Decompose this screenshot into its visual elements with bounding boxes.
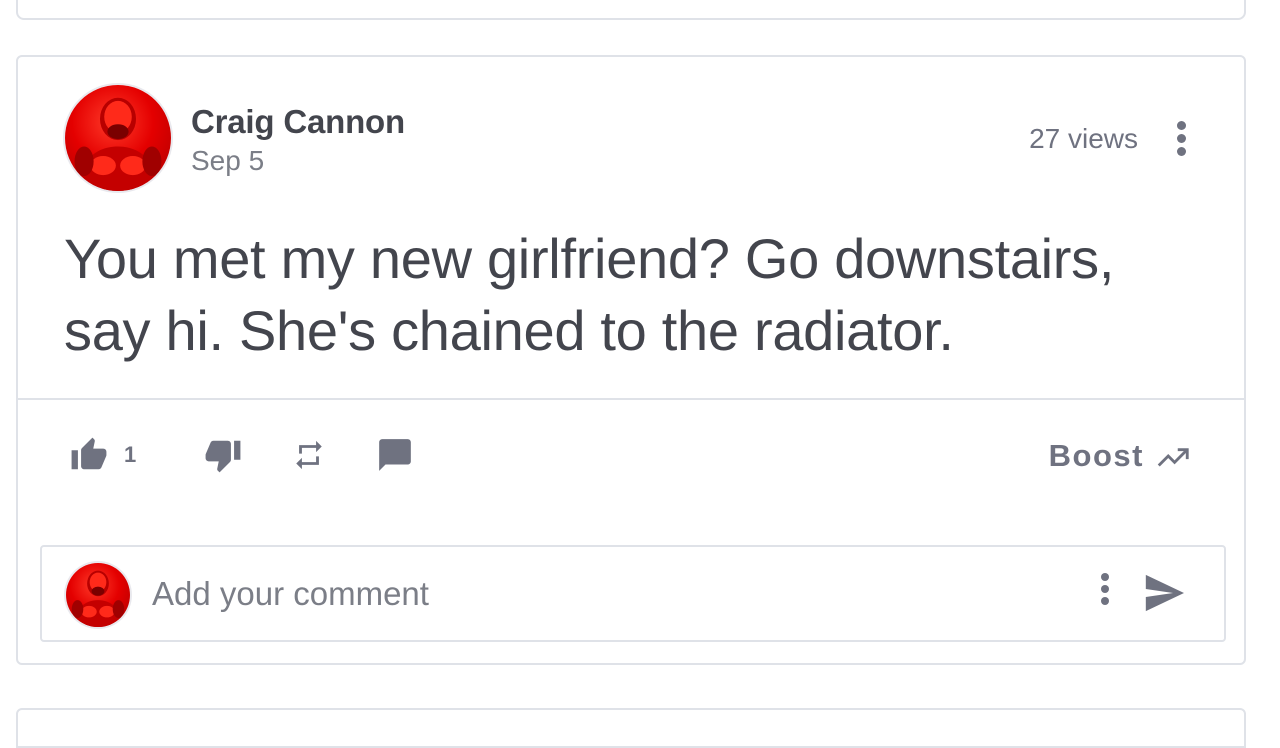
avatar-image <box>74 97 162 191</box>
comment-button[interactable] <box>376 435 414 475</box>
view-count: 27 views <box>1029 123 1138 154</box>
author-name[interactable]: Craig Cannon <box>191 103 405 141</box>
remind-button[interactable] <box>292 435 326 475</box>
post-date[interactable]: Sep 5 <box>191 145 264 177</box>
commenter-avatar <box>66 563 130 627</box>
boost-button[interactable]: Boost <box>1049 437 1192 475</box>
more-vert-icon <box>1176 121 1186 130</box>
send-icon <box>1145 574 1184 612</box>
thumbs-up-button[interactable]: 1 <box>70 435 136 475</box>
trending-up-icon <box>1157 448 1189 467</box>
send-button[interactable] <box>1142 573 1186 618</box>
comment-input[interactable] <box>152 569 1052 619</box>
comment-box <box>40 545 1226 642</box>
comment-menu-button[interactable] <box>1098 573 1112 613</box>
previous-post-card <box>16 0 1246 20</box>
author-avatar[interactable] <box>65 85 171 191</box>
avatar-image <box>71 570 125 627</box>
divider <box>18 398 1244 400</box>
post-menu-button[interactable] <box>1174 121 1188 161</box>
next-post-card <box>16 708 1246 748</box>
thumbs-up-count: 1 <box>124 442 137 467</box>
more-vert-icon <box>1101 573 1109 581</box>
comment-icon <box>379 439 411 471</box>
thumb-down-icon <box>205 440 241 473</box>
remind-icon <box>296 440 322 470</box>
thumbs-down-button[interactable] <box>204 435 242 475</box>
boost-label: Boost <box>1048 438 1144 473</box>
thumb-up-icon <box>71 437 107 470</box>
post-card: Craig Cannon Sep 5 27 views You met my n… <box>16 55 1246 665</box>
post-text: You met my new girlfriend? Go downstairs… <box>64 227 1115 362</box>
